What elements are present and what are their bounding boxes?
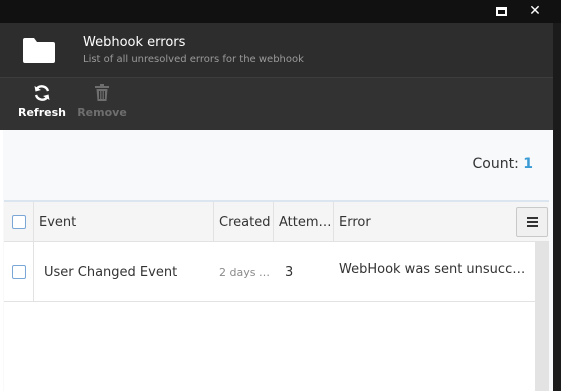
cell-created-text: 2 days ago <box>219 265 271 279</box>
table-row[interactable]: User Changed Event 2 days ago 3 WebHook … <box>4 242 535 302</box>
refresh-button[interactable]: Refresh <box>18 84 66 119</box>
grid-header: Event Created Attempts Error <box>4 202 549 242</box>
trash-icon <box>95 84 109 101</box>
row-checkbox[interactable] <box>11 265 26 279</box>
column-header-error[interactable]: Error <box>334 202 514 242</box>
grid-scrollbar[interactable] <box>535 242 549 391</box>
row-select-cell <box>4 242 34 302</box>
dialog-subtitle: List of all unresolved errors for the we… <box>83 54 304 65</box>
cell-event-text: User Changed Event <box>44 264 178 280</box>
menu-icon-line <box>526 221 538 223</box>
cell-error: WebHook was sent unsuccessfully <box>339 242 533 302</box>
column-header-error-label: Error <box>339 214 371 230</box>
count-summary: Count: 1 <box>473 156 534 172</box>
refresh-label: Refresh <box>18 106 66 119</box>
dialog-header: Webhook errors List of all unresolved er… <box>0 23 553 77</box>
menu-icon-line <box>526 225 538 227</box>
select-all-checkbox[interactable] <box>11 215 26 229</box>
toolbar: Refresh Remove <box>0 77 553 130</box>
maximize-icon <box>495 6 507 16</box>
column-menu-button[interactable] <box>516 207 548 237</box>
window-titlebar: ✕ <box>0 0 561 23</box>
column-header-created-label: Created <box>219 214 271 230</box>
window-scrollbar[interactable] <box>553 23 561 391</box>
close-icon: ✕ <box>529 3 541 19</box>
count-value: 1 <box>523 156 533 172</box>
column-header-event[interactable]: Event <box>34 202 214 242</box>
close-button[interactable]: ✕ <box>525 2 545 20</box>
count-label: Count: <box>472 156 519 172</box>
column-header-created[interactable]: Created <box>214 202 274 242</box>
column-header-event-label: Event <box>39 214 77 230</box>
cell-event: User Changed Event <box>44 242 214 302</box>
refresh-icon <box>34 85 50 101</box>
dialog-title: Webhook errors <box>83 35 186 50</box>
cell-error-text: WebHook was sent unsuccessfully <box>339 262 533 277</box>
remove-button[interactable]: Remove <box>77 84 127 119</box>
errors-grid: Event Created Attempts Error User Change… <box>4 200 549 391</box>
folder-icon <box>23 38 55 63</box>
maximize-button[interactable] <box>491 2 511 20</box>
cell-attempts-text: 3 <box>285 264 294 280</box>
header-select-cell <box>4 202 34 242</box>
column-header-attempts[interactable]: Attempts <box>274 202 334 242</box>
remove-label: Remove <box>77 106 127 119</box>
column-header-attempts-label: Attempts <box>279 214 333 230</box>
cell-attempts: 3 <box>285 242 330 302</box>
cell-created: 2 days ago <box>219 242 271 302</box>
menu-icon-line <box>526 217 538 219</box>
